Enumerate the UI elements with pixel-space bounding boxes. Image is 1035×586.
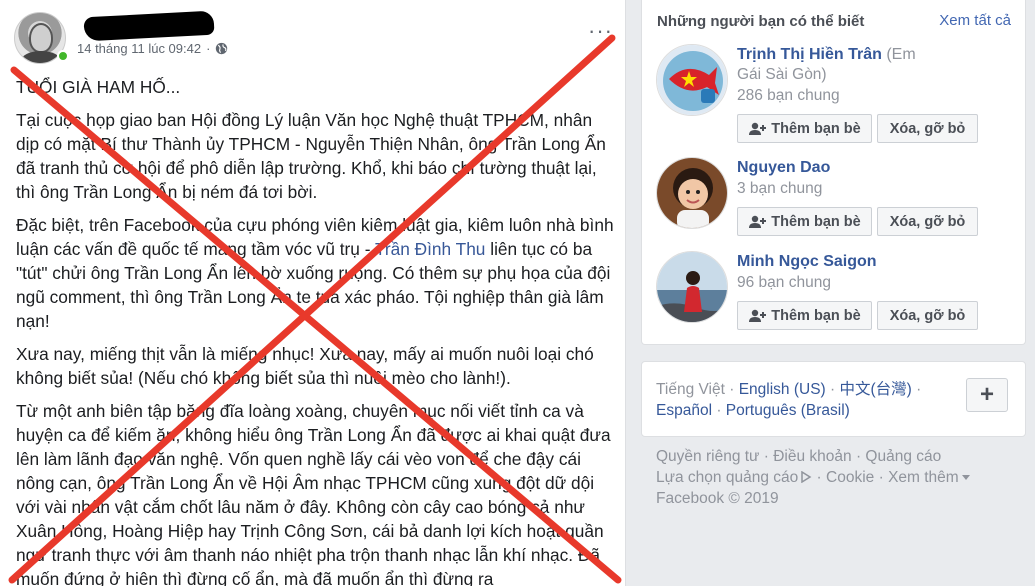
language-chinese[interactable]: 中文(台灣) <box>840 381 912 398</box>
lang-sep: · <box>911 381 922 398</box>
avatar-shirt <box>21 51 61 63</box>
footer-sep: · <box>812 469 827 486</box>
post-paragraph-1: Tại cuộc họp giao ban Hội đồng Lý luận V… <box>16 110 606 202</box>
remove-label: Xóa, gỡ bỏ <box>889 307 966 324</box>
mutual-friends-count[interactable]: 96 bạn chung <box>737 274 831 292</box>
friend-name[interactable]: Nguyen Dao <box>737 159 830 177</box>
remove-suggestion-button[interactable]: Xóa, gỡ bỏ <box>877 114 978 143</box>
add-friend-button[interactable]: Thêm bạn bè <box>737 114 872 143</box>
friend-name[interactable]: Trịnh Thị Hiền Trân (Em <box>737 46 916 64</box>
remove-label: Xóa, gỡ bỏ <box>889 120 966 137</box>
footer-link-terms[interactable]: Điều khoản <box>773 448 851 465</box>
friend-name-text: Trịnh Thị Hiền Trân <box>737 46 882 63</box>
friend-note: (Em <box>881 46 916 63</box>
remove-suggestion-button[interactable]: Xóa, gỡ bỏ <box>877 207 978 236</box>
people-you-may-know-box: Những người bạn có thể biết Xem tất cả T… <box>641 0 1026 345</box>
online-status-dot <box>57 50 69 62</box>
post-paragraph-4: Từ một anh biên tập băng đĩa loàng xoàng… <box>16 401 611 586</box>
footer-link-privacy[interactable]: Quyền riêng tư <box>656 448 759 465</box>
mention-link[interactable]: Trần Đình Thu <box>375 239 485 259</box>
add-friend-label: Thêm bạn bè <box>771 307 861 324</box>
post-timestamp[interactable]: 14 tháng 11 lúc 09:42 <box>77 41 201 56</box>
add-friend-icon <box>749 309 767 322</box>
post-body: TUỔI GIÀ HAM HỐ... Tại cuộc họp giao ban… <box>16 75 616 586</box>
lang-sep: · <box>825 381 840 398</box>
friend-avatar[interactable] <box>656 44 728 116</box>
post-paragraph-title: TUỔI GIÀ HAM HỐ... <box>16 77 181 97</box>
add-friend-label: Thêm bạn bè <box>771 213 861 230</box>
post-card: 14 tháng 11 lúc 09:42 · ··· TUỔI GIÀ HAM… <box>0 0 626 586</box>
post-paragraph-2: Đặc biệt, trên Facebook của cựu phóng vi… <box>16 213 616 333</box>
lang-sep: · <box>712 402 726 419</box>
remove-suggestion-button[interactable]: Xóa, gỡ bỏ <box>877 301 978 330</box>
seaside-photo-avatar-icon <box>657 252 727 322</box>
copyright-text: Facebook © 2019 <box>656 490 779 507</box>
friend-name[interactable]: Minh Ngọc Saigon <box>737 253 877 271</box>
footer-sep: · <box>874 469 889 486</box>
see-all-link[interactable]: Xem tất cả <box>939 12 1011 29</box>
footer-link-ads[interactable]: Quảng cáo <box>865 448 941 465</box>
post-header: 14 tháng 11 lúc 09:42 · ··· <box>14 10 625 64</box>
language-selector-box: Tiếng Việt · English (US) · 中文(台灣) · Esp… <box>641 361 1026 437</box>
footer-sep: · <box>851 448 866 465</box>
add-friend-label: Thêm bạn bè <box>771 120 861 137</box>
remove-label: Xóa, gỡ bỏ <box>889 213 966 230</box>
mutual-friends-count[interactable]: 3 bạn chung <box>737 180 822 198</box>
lang-sep: · <box>724 381 739 398</box>
child-photo-avatar-icon <box>657 158 727 228</box>
add-friend-button[interactable]: Thêm bạn bè <box>737 207 872 236</box>
meta-separator: · <box>206 41 211 56</box>
suggestions-title: Những người bạn có thể biết <box>657 13 865 30</box>
ad-choices-icon[interactable] <box>800 470 812 484</box>
post-meta: 14 tháng 11 lúc 09:42 · <box>77 41 228 56</box>
globe-icon[interactable] <box>215 42 228 55</box>
footer-link-ad-choices[interactable]: Lựa chọn quảng cáo <box>656 469 798 486</box>
author-name-redacted <box>83 10 215 42</box>
mutual-friends-count[interactable]: 286 bạn chung <box>737 87 840 105</box>
friend-avatar[interactable] <box>656 157 728 229</box>
footer-sep: · <box>759 448 774 465</box>
add-friend-icon <box>749 215 767 228</box>
page-footer: Quyền riêng tư · Điều khoản · Quảng cáo … <box>656 446 1016 509</box>
friend-note-line2: Gái Sài Gòn) <box>737 66 827 83</box>
friend-avatar[interactable] <box>656 251 728 323</box>
add-friend-icon <box>749 122 767 135</box>
more-languages-button[interactable]: + <box>966 378 1008 412</box>
add-friend-button[interactable]: Thêm bạn bè <box>737 301 872 330</box>
vietnam-flag-fish-avatar-icon <box>657 45 727 115</box>
footer-link-more[interactable]: Xem thêm <box>888 469 959 486</box>
language-portuguese[interactable]: Português (Brasil) <box>726 402 850 419</box>
more-options-icon[interactable]: ··· <box>588 20 613 42</box>
language-english[interactable]: English (US) <box>739 381 826 398</box>
footer-link-cookie[interactable]: Cookie <box>826 469 874 486</box>
post-paragraph-3: Xưa nay, miếng thịt vẫn là miếng nhục! X… <box>16 344 594 388</box>
language-spanish[interactable]: Español <box>656 402 712 419</box>
caret-down-icon <box>961 475 970 480</box>
avatar-face <box>29 23 53 53</box>
language-list: Tiếng Việt · English (US) · 中文(台灣) · Esp… <box>656 379 946 421</box>
current-language: Tiếng Việt <box>656 381 725 398</box>
